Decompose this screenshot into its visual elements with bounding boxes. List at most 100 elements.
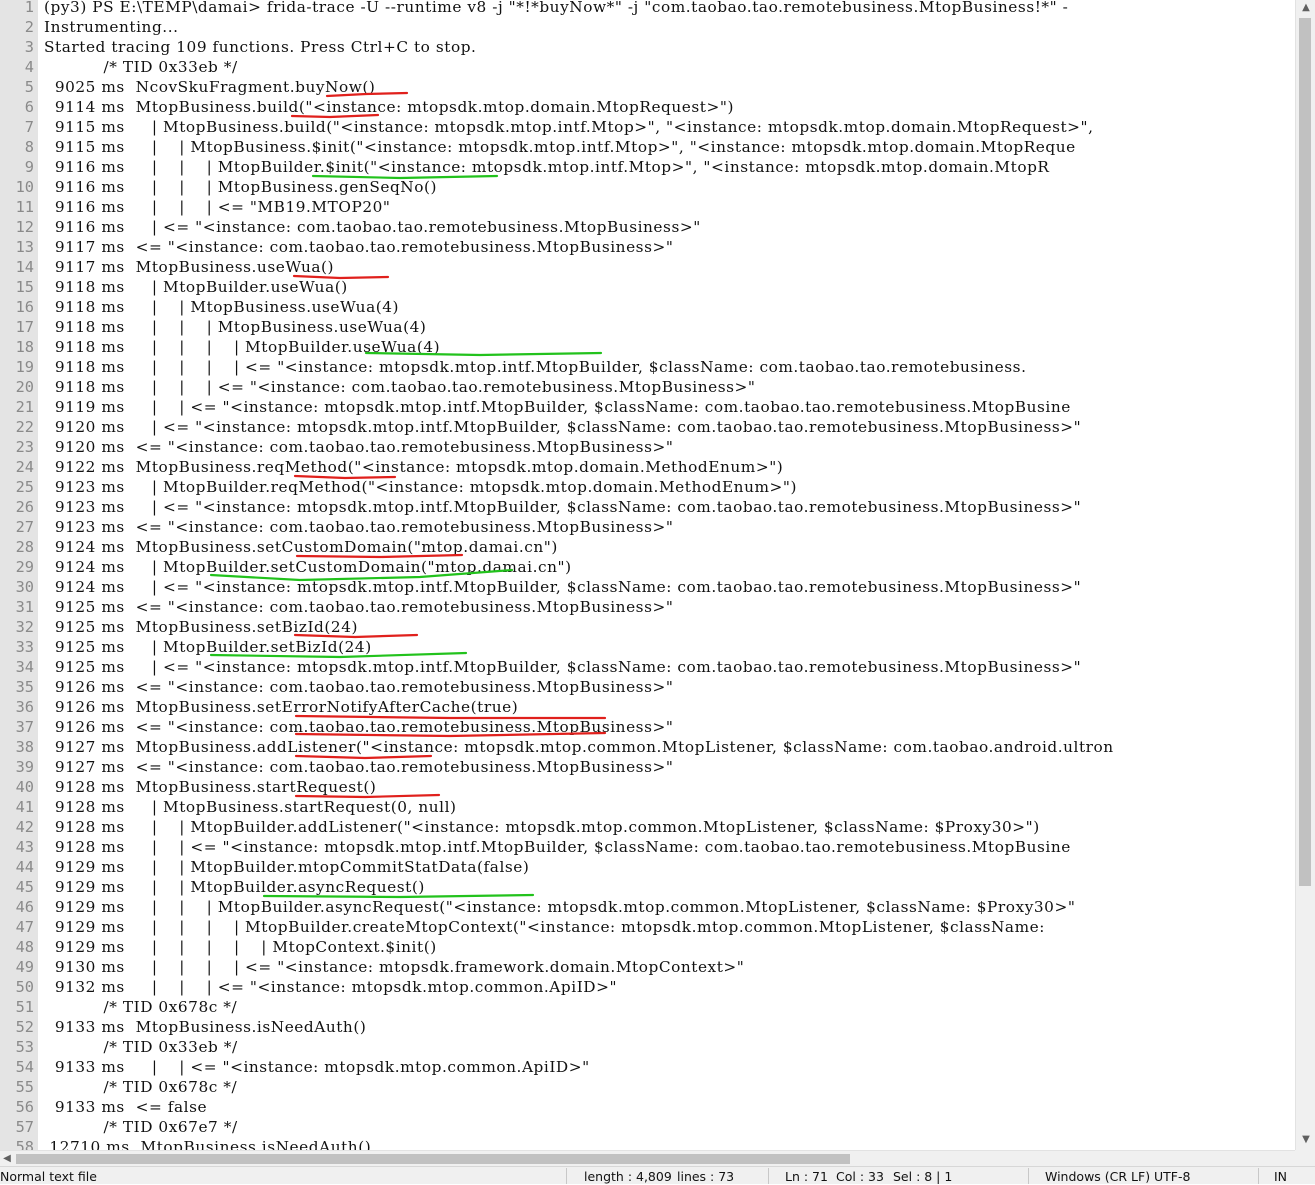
line-text[interactable]: (py3) PS E:\TEMP\damai> frida-trace -U -… xyxy=(44,0,1068,17)
line-text[interactable]: 9126 ms <= "<instance: com.taobao.tao.re… xyxy=(44,677,673,697)
encoding: UTF-8 xyxy=(1154,1169,1191,1184)
line-text[interactable]: 9123 ms | MtopBuilder.reqMethod("<instan… xyxy=(44,477,797,497)
line-text[interactable]: /* TID 0x33eb */ xyxy=(44,1037,238,1057)
line-number: 27 xyxy=(15,518,34,536)
line-text[interactable]: 9124 ms MtopBusiness.setCustomDomain("mt… xyxy=(44,537,558,557)
line-text[interactable]: 9116 ms | | | <= "MB19.MTOP20" xyxy=(44,197,390,217)
line-number: 16 xyxy=(15,298,34,316)
line-number: 36 xyxy=(15,698,34,716)
line-text[interactable]: 9133 ms <= false xyxy=(44,1097,207,1117)
line-text[interactable]: 9122 ms MtopBusiness.reqMethod("<instanc… xyxy=(44,457,783,477)
line-text[interactable]: 9120 ms | <= "<instance: mtopsdk.mtop.in… xyxy=(44,417,1081,437)
line-number: 50 xyxy=(15,978,34,996)
line-text[interactable]: 9129 ms | | MtopBuilder.mtopCommitStatDa… xyxy=(44,857,529,877)
line-text[interactable]: 9128 ms MtopBusiness.startRequest() xyxy=(44,777,376,797)
line-text[interactable]: 9129 ms | | | MtopBuilder.asyncRequest("… xyxy=(44,897,1075,917)
line-text[interactable]: 9116 ms | <= "<instance: com.taobao.tao.… xyxy=(44,217,701,237)
line-text[interactable]: 9117 ms <= "<instance: com.taobao.tao.re… xyxy=(44,237,673,257)
line-text[interactable]: 9118 ms | | | MtopBusiness.useWua(4) xyxy=(44,317,426,337)
line-text[interactable]: 9118 ms | | | | MtopBuilder.useWua(4) xyxy=(44,337,440,357)
status-divider xyxy=(566,1168,567,1184)
line-number: 46 xyxy=(15,898,34,916)
line-number: 48 xyxy=(15,938,34,956)
line-text[interactable]: 9128 ms | | MtopBuilder.addListener("<in… xyxy=(44,817,1040,837)
line-text[interactable]: 9129 ms | | | | | MtopContext.$init() xyxy=(44,937,437,957)
line-text[interactable]: 9114 ms MtopBusiness.build("<instance: m… xyxy=(44,97,734,117)
line-text[interactable]: 9125 ms | <= "<instance: mtopsdk.mtop.in… xyxy=(44,657,1081,677)
line-text[interactable]: 9127 ms <= "<instance: com.taobao.tao.re… xyxy=(44,757,673,777)
line-text[interactable]: 9127 ms MtopBusiness.addListener("<insta… xyxy=(44,737,1114,757)
line-text[interactable]: 9025 ms NcovSkuFragment.buyNow() xyxy=(44,77,375,97)
line-number: 54 xyxy=(15,1058,34,1076)
line-text[interactable]: 9119 ms | | <= "<instance: mtopsdk.mtop.… xyxy=(44,397,1071,417)
text-editor[interactable]: 1 (py3) PS E:\TEMP\damai> frida-trace -U … xyxy=(0,0,1295,1150)
line-number: 42 xyxy=(15,818,34,836)
line-text[interactable]: 9132 ms | | | <= "<instance: mtopsdk.mto… xyxy=(44,977,617,997)
line-number: 40 xyxy=(15,778,34,796)
scroll-down-arrow-icon[interactable]: ▼ xyxy=(1296,1132,1315,1148)
line-number: 34 xyxy=(15,658,34,676)
line-text[interactable]: 9123 ms | <= "<instance: mtopsdk.mtop.in… xyxy=(44,497,1081,517)
line-number: 31 xyxy=(15,598,34,616)
line-number: 13 xyxy=(15,238,34,256)
line-number: 1 xyxy=(24,0,34,16)
insert-mode: IN xyxy=(1274,1169,1288,1184)
line-text[interactable]: 9129 ms | | MtopBuilder.asyncRequest() xyxy=(44,877,425,897)
line-text[interactable]: /* TID 0x678c */ xyxy=(44,997,237,1017)
line-number: 53 xyxy=(15,1038,34,1056)
line-text[interactable]: 9123 ms <= "<instance: com.taobao.tao.re… xyxy=(44,517,673,537)
scroll-left-arrow-icon[interactable]: ◀ xyxy=(0,1151,14,1166)
line-number: 12 xyxy=(15,218,34,236)
line-number: 5 xyxy=(24,78,34,96)
line-text[interactable]: 9118 ms | | MtopBusiness.useWua(4) xyxy=(44,297,399,317)
vertical-scroll-thumb[interactable] xyxy=(1299,18,1311,886)
line-text[interactable]: 9117 ms MtopBusiness.useWua() xyxy=(44,257,334,277)
line-text[interactable]: 9133 ms | | <= "<instance: mtopsdk.mtop.… xyxy=(44,1057,590,1077)
line-text[interactable]: 9118 ms | | | <= "<instance: com.taobao.… xyxy=(44,377,756,397)
line-text[interactable]: 12710 ms MtopBusiness.isNeedAuth() xyxy=(44,1137,371,1150)
document-lines: lines : 73 xyxy=(677,1169,735,1184)
horizontal-scrollbar[interactable]: ◀ xyxy=(0,1150,1295,1166)
line-text[interactable]: 9116 ms | | | MtopBusiness.genSeqNo() xyxy=(44,177,437,197)
line-text[interactable]: 9115 ms | | MtopBusiness.$init("<instanc… xyxy=(44,137,1076,157)
horizontal-scroll-thumb[interactable] xyxy=(16,1154,850,1164)
line-number: 7 xyxy=(24,118,34,136)
line-number: 32 xyxy=(15,618,34,636)
line-number: 15 xyxy=(15,278,34,296)
line-text[interactable]: 9125 ms <= "<instance: com.taobao.tao.re… xyxy=(44,597,673,617)
line-number: 3 xyxy=(24,38,34,56)
line-text[interactable]: 9128 ms | MtopBusiness.startRequest(0, n… xyxy=(44,797,457,817)
scroll-up-arrow-icon[interactable]: ▲ xyxy=(1296,0,1315,16)
line-text[interactable]: 9116 ms | | | MtopBuilder.$init("<instan… xyxy=(44,157,1049,177)
line-text[interactable]: 9128 ms | | <= "<instance: mtopsdk.mtop.… xyxy=(44,837,1071,857)
vertical-scrollbar[interactable]: ▲ ▼ xyxy=(1295,0,1315,1150)
line-text[interactable]: Started tracing 109 functions. Press Ctr… xyxy=(44,37,476,57)
line-text[interactable]: 9133 ms MtopBusiness.isNeedAuth() xyxy=(44,1017,366,1037)
line-text[interactable]: 9130 ms | | | | <= "<instance: mtopsdk.f… xyxy=(44,957,744,977)
line-text[interactable]: /* TID 0x33eb */ xyxy=(44,57,238,77)
line-text[interactable]: 9124 ms | MtopBuilder.setCustomDomain("m… xyxy=(44,557,572,577)
line-number: 21 xyxy=(15,398,34,416)
line-text[interactable]: 9125 ms MtopBusiness.setBizId(24) xyxy=(44,617,358,637)
cursor-line: Ln : 71 xyxy=(785,1169,828,1184)
line-text[interactable]: 9129 ms | | | | MtopBuilder.createMtopCo… xyxy=(44,917,1045,937)
line-text[interactable]: 9125 ms | MtopBuilder.setBizId(24) xyxy=(44,637,372,657)
line-number: 51 xyxy=(15,998,34,1016)
line-number: 58 xyxy=(15,1138,34,1150)
line-number: 45 xyxy=(15,878,34,896)
line-text[interactable]: 9124 ms | <= "<instance: mtopsdk.mtop.in… xyxy=(44,577,1081,597)
status-divider xyxy=(1258,1168,1259,1184)
line-text[interactable]: 9115 ms | MtopBusiness.build("<instance:… xyxy=(44,117,1094,137)
line-text[interactable]: /* TID 0x678c */ xyxy=(44,1077,237,1097)
line-text[interactable]: Instrumenting... xyxy=(44,17,179,37)
line-text[interactable]: /* TID 0x67e7 */ xyxy=(44,1117,238,1137)
line-text[interactable]: 9126 ms MtopBusiness.setErrorNotifyAfter… xyxy=(44,697,518,717)
line-number: 11 xyxy=(15,198,34,216)
line-text[interactable]: 9118 ms | MtopBuilder.useWua() xyxy=(44,277,348,297)
line-text[interactable]: 9118 ms | | | | <= "<instance: mtopsdk.m… xyxy=(44,357,1027,377)
selection-info: Sel : 8 | 1 xyxy=(893,1169,953,1184)
line-text[interactable]: 9120 ms <= "<instance: com.taobao.tao.re… xyxy=(44,437,673,457)
line-number: 44 xyxy=(15,858,34,876)
line-text[interactable]: 9126 ms <= "<instance: com.taobao.tao.re… xyxy=(44,717,673,737)
status-bar: Normal text file length : 4,809 lines : … xyxy=(0,1166,1315,1184)
